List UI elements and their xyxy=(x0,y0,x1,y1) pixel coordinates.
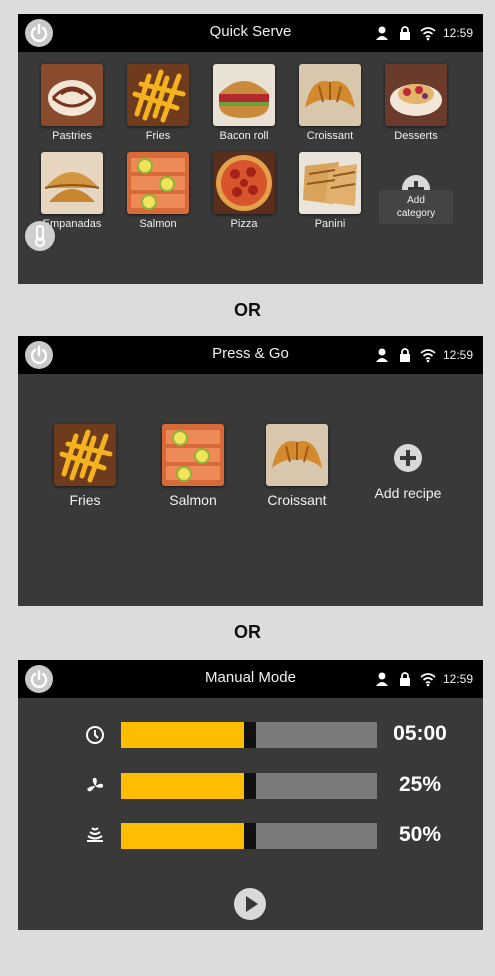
croissant-image xyxy=(299,64,361,126)
person-icon xyxy=(375,672,388,686)
category-label: Bacon roll xyxy=(219,130,269,142)
status-area: 12:59 xyxy=(374,670,473,688)
bacon-roll-image xyxy=(213,64,275,126)
pastries-image xyxy=(41,64,103,126)
wifi-icon xyxy=(420,673,436,687)
add-category-label-line2: category xyxy=(396,208,436,219)
status-area: 12:59 xyxy=(374,346,473,364)
lock-icon xyxy=(399,348,410,362)
play-icon xyxy=(246,896,258,912)
category-croissant[interactable]: Croissant xyxy=(289,64,371,142)
category-label: Pizza xyxy=(230,218,258,230)
recipe-salmon[interactable]: Salmon xyxy=(148,424,238,508)
fan-slider-handle[interactable] xyxy=(244,773,256,799)
person-icon xyxy=(375,26,388,40)
steam-slider-handle[interactable] xyxy=(244,823,256,849)
category-bacon-roll[interactable]: Bacon roll xyxy=(203,64,285,142)
fries-image xyxy=(127,64,189,126)
add-category-label-line1: Add xyxy=(407,195,425,206)
category-label: Desserts xyxy=(394,130,438,142)
manual-mode-screen: Manual Mode 12:59 05:00 25% 50% xyxy=(18,660,483,930)
time-slider[interactable] xyxy=(121,722,377,748)
salmon-image xyxy=(162,424,224,486)
recipe-label: Salmon xyxy=(169,492,217,508)
lock-icon xyxy=(399,672,410,686)
clock-time: 12:59 xyxy=(442,672,473,686)
category-desserts[interactable]: Desserts xyxy=(375,64,457,142)
empanadas-image xyxy=(41,152,103,214)
salmon-image xyxy=(127,152,189,214)
person-icon xyxy=(375,348,388,362)
time-slider-handle[interactable] xyxy=(244,722,256,748)
recipe-fries[interactable]: Fries xyxy=(40,424,130,508)
recipe-croissant[interactable]: Croissant xyxy=(252,424,342,508)
fries-image xyxy=(54,424,116,486)
fan-icon xyxy=(87,777,104,792)
or-separator: OR xyxy=(234,622,261,642)
clock-time: 12:59 xyxy=(442,26,473,40)
panini-image xyxy=(299,152,361,214)
category-label: Salmon xyxy=(139,218,177,230)
steam-icon xyxy=(87,827,103,842)
press-and-go-screen: Press & Go 12:59 Fries Salmon Croissant … xyxy=(18,336,483,606)
time-value: 05:00 xyxy=(393,722,447,745)
category-label: Fries xyxy=(145,130,171,142)
plus-icon xyxy=(394,444,422,472)
add-recipe-label: Add recipe xyxy=(374,485,442,501)
recipe-label: Fries xyxy=(69,492,101,508)
category-pizza[interactable]: Pizza xyxy=(203,152,285,230)
clock-time: 12:59 xyxy=(442,348,473,362)
category-panini[interactable]: Panini xyxy=(289,152,371,230)
category-label: Panini xyxy=(314,218,346,230)
wifi-icon xyxy=(420,349,436,363)
recipe-label: Croissant xyxy=(267,492,327,508)
status-area: 12:59 xyxy=(374,24,473,42)
category-label: Croissant xyxy=(306,130,354,142)
wifi-icon xyxy=(420,27,436,41)
category-salmon[interactable]: Salmon xyxy=(117,152,199,230)
steam-slider[interactable] xyxy=(121,823,377,849)
pizza-image xyxy=(213,152,275,214)
fan-slider-fill xyxy=(121,773,244,799)
lock-icon xyxy=(399,26,410,40)
category-fries[interactable]: Fries xyxy=(117,64,199,142)
quick-serve-screen: Quick Serve 12:59 Pastries Fries Bacon r… xyxy=(18,14,483,284)
top-bar: Manual Mode 12:59 xyxy=(18,660,483,698)
steam-value: 50% xyxy=(398,823,442,846)
desserts-image xyxy=(385,64,447,126)
thermometer-button[interactable] xyxy=(25,221,55,251)
category-label: Pastries xyxy=(52,130,92,142)
add-recipe-button[interactable]: Add recipe xyxy=(363,444,453,501)
top-bar: Press & Go 12:59 xyxy=(18,336,483,374)
category-pastries[interactable]: Pastries xyxy=(31,64,113,142)
start-button[interactable] xyxy=(234,888,266,920)
add-category-label[interactable]: Add category xyxy=(379,190,453,224)
croissant-image xyxy=(266,424,328,486)
steam-slider-fill xyxy=(121,823,244,849)
or-separator: OR xyxy=(234,300,261,320)
category-empanadas[interactable]: Empanadas xyxy=(31,152,113,230)
fan-slider[interactable] xyxy=(121,773,377,799)
time-slider-fill xyxy=(121,722,244,748)
top-bar: Quick Serve 12:59 xyxy=(18,14,483,52)
fan-value: 25% xyxy=(398,773,442,796)
thermometer-icon xyxy=(35,225,45,247)
clock-icon xyxy=(86,726,104,744)
